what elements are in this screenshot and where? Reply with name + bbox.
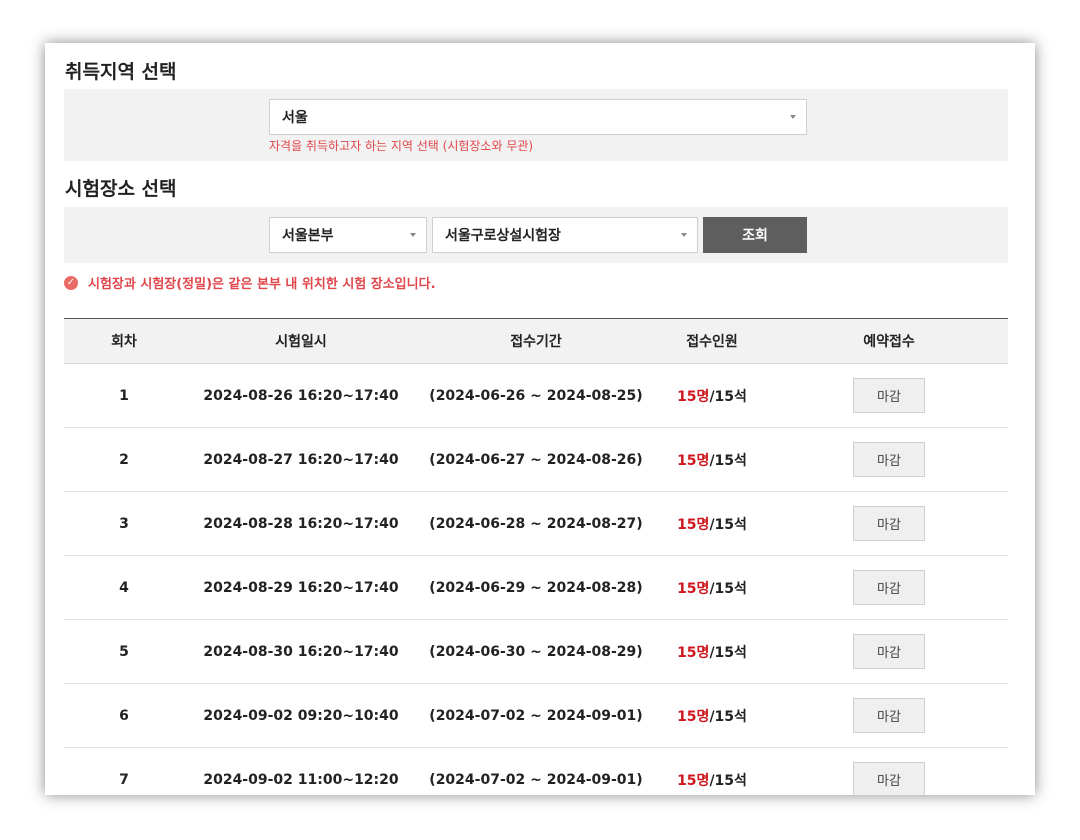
round-cell: 4 bbox=[64, 555, 184, 620]
applied-count: 15명 bbox=[677, 580, 710, 597]
closed-button[interactable]: 마감 bbox=[853, 570, 925, 605]
applied-count: 15명 bbox=[677, 708, 710, 725]
site-select-value: 서울구로상설시험장 bbox=[445, 228, 561, 244]
region-select-band: 서울 자격을 취득하고자 하는 지역 선택 (시험장소와 무관) bbox=[64, 89, 1008, 161]
venue-section-title: 시험장소 선택 bbox=[65, 178, 177, 200]
reservation-cell: 마감 bbox=[770, 427, 1008, 492]
chevron-down-icon bbox=[681, 233, 687, 237]
closed-button[interactable]: 마감 bbox=[853, 634, 925, 669]
registration-period-cell: (2024-06-26 ~ 2024-08-25) bbox=[418, 363, 654, 428]
header-reservation: 예약접수 bbox=[770, 318, 1008, 364]
applicants-cell: 15명/15석 bbox=[654, 747, 770, 795]
table-header-row: 회차 시험일시 접수기간 접수인원 예약접수 bbox=[64, 318, 1008, 364]
closed-button[interactable]: 마감 bbox=[853, 762, 925, 795]
applicants-cell: 15명/15석 bbox=[654, 363, 770, 428]
table-row: 4 2024-08-29 16:20~17:40 (2024-06-29 ~ 2… bbox=[64, 555, 1008, 620]
applicants-cell: 15명/15석 bbox=[654, 683, 770, 748]
applied-count: 15명 bbox=[677, 516, 710, 533]
exam-datetime-cell: 2024-09-02 09:20~10:40 bbox=[184, 683, 418, 748]
applicants-cell: 15명/15석 bbox=[654, 427, 770, 492]
reservation-cell: 마감 bbox=[770, 555, 1008, 620]
exam-datetime-cell: 2024-08-28 16:20~17:40 bbox=[184, 491, 418, 556]
table-row: 7 2024-09-02 11:00~12:20 (2024-07-02 ~ 2… bbox=[64, 747, 1008, 795]
seat-capacity: /15석 bbox=[709, 452, 747, 469]
round-cell: 1 bbox=[64, 363, 184, 428]
registration-period-cell: (2024-06-30 ~ 2024-08-29) bbox=[418, 619, 654, 684]
applicants-cell: 15명/15석 bbox=[654, 555, 770, 620]
branch-select[interactable]: 서울본부 bbox=[269, 217, 427, 253]
region-section-title: 취득지역 선택 bbox=[65, 61, 177, 83]
exam-schedule-table: 회차 시험일시 접수기간 접수인원 예약접수 1 2024-08-26 16:2… bbox=[64, 318, 1008, 795]
round-cell: 2 bbox=[64, 427, 184, 492]
chevron-down-icon bbox=[790, 115, 796, 119]
applied-count: 15명 bbox=[677, 772, 710, 789]
registration-period-cell: (2024-06-28 ~ 2024-08-27) bbox=[418, 491, 654, 556]
region-select-value: 서울 bbox=[282, 110, 308, 126]
reservation-cell: 마감 bbox=[770, 619, 1008, 684]
check-circle-icon: ✓ bbox=[64, 275, 78, 290]
chevron-down-icon bbox=[410, 233, 416, 237]
registration-period-cell: (2024-07-02 ~ 2024-09-01) bbox=[418, 683, 654, 748]
venue-select-band: 서울본부 서울구로상설시험장 조회 bbox=[64, 207, 1008, 263]
registration-period-cell: (2024-06-27 ~ 2024-08-26) bbox=[418, 427, 654, 492]
table-row: 1 2024-08-26 16:20~17:40 (2024-06-26 ~ 2… bbox=[64, 363, 1008, 428]
header-round: 회차 bbox=[64, 318, 184, 364]
exam-datetime-cell: 2024-09-02 11:00~12:20 bbox=[184, 747, 418, 795]
reservation-cell: 마감 bbox=[770, 747, 1008, 795]
registration-period-cell: (2024-07-02 ~ 2024-09-01) bbox=[418, 747, 654, 795]
closed-button[interactable]: 마감 bbox=[853, 442, 925, 477]
seat-capacity: /15석 bbox=[709, 708, 747, 725]
closed-button[interactable]: 마감 bbox=[853, 378, 925, 413]
seat-capacity: /15석 bbox=[709, 580, 747, 597]
exam-datetime-cell: 2024-08-26 16:20~17:40 bbox=[184, 363, 418, 428]
round-cell: 3 bbox=[64, 491, 184, 556]
reservation-cell: 마감 bbox=[770, 491, 1008, 556]
seat-capacity: /15석 bbox=[709, 772, 747, 789]
table-row: 6 2024-09-02 09:20~10:40 (2024-07-02 ~ 2… bbox=[64, 683, 1008, 748]
applicants-cell: 15명/15석 bbox=[654, 491, 770, 556]
exam-datetime-cell: 2024-08-29 16:20~17:40 bbox=[184, 555, 418, 620]
round-cell: 6 bbox=[64, 683, 184, 748]
table-row: 2 2024-08-27 16:20~17:40 (2024-06-27 ~ 2… bbox=[64, 427, 1008, 492]
closed-button[interactable]: 마감 bbox=[853, 698, 925, 733]
round-cell: 7 bbox=[64, 747, 184, 795]
query-button[interactable]: 조회 bbox=[703, 217, 807, 253]
applied-count: 15명 bbox=[677, 644, 710, 661]
header-registration-period: 접수기간 bbox=[418, 318, 654, 364]
table-row: 5 2024-08-30 16:20~17:40 (2024-06-30 ~ 2… bbox=[64, 619, 1008, 684]
reservation-panel: 취득지역 선택 서울 자격을 취득하고자 하는 지역 선택 (시험장소와 무관)… bbox=[45, 43, 1035, 795]
branch-select-value: 서울본부 bbox=[282, 228, 334, 244]
reservation-cell: 마감 bbox=[770, 683, 1008, 748]
registration-period-cell: (2024-06-29 ~ 2024-08-28) bbox=[418, 555, 654, 620]
reservation-cell: 마감 bbox=[770, 363, 1008, 428]
header-exam-datetime: 시험일시 bbox=[184, 318, 418, 364]
region-hint: 자격을 취득하고자 하는 지역 선택 (시험장소와 무관) bbox=[269, 139, 534, 153]
seat-capacity: /15석 bbox=[709, 388, 747, 405]
applied-count: 15명 bbox=[677, 452, 710, 469]
region-select[interactable]: 서울 bbox=[269, 99, 807, 135]
exam-datetime-cell: 2024-08-30 16:20~17:40 bbox=[184, 619, 418, 684]
seat-capacity: /15석 bbox=[709, 516, 747, 533]
applied-count: 15명 bbox=[677, 388, 710, 405]
round-cell: 5 bbox=[64, 619, 184, 684]
exam-datetime-cell: 2024-08-27 16:20~17:40 bbox=[184, 427, 418, 492]
table-row: 3 2024-08-28 16:20~17:40 (2024-06-28 ~ 2… bbox=[64, 491, 1008, 556]
site-select[interactable]: 서울구로상설시험장 bbox=[432, 217, 698, 253]
applicants-cell: 15명/15석 bbox=[654, 619, 770, 684]
header-applicants: 접수인원 bbox=[654, 318, 770, 364]
venue-notice-text: 시험장과 시험장(정밀)은 같은 본부 내 위치한 시험 장소입니다. bbox=[88, 277, 436, 292]
closed-button[interactable]: 마감 bbox=[853, 506, 925, 541]
venue-notice: ✓ 시험장과 시험장(정밀)은 같은 본부 내 위치한 시험 장소입니다. bbox=[64, 273, 436, 292]
seat-capacity: /15석 bbox=[709, 644, 747, 661]
